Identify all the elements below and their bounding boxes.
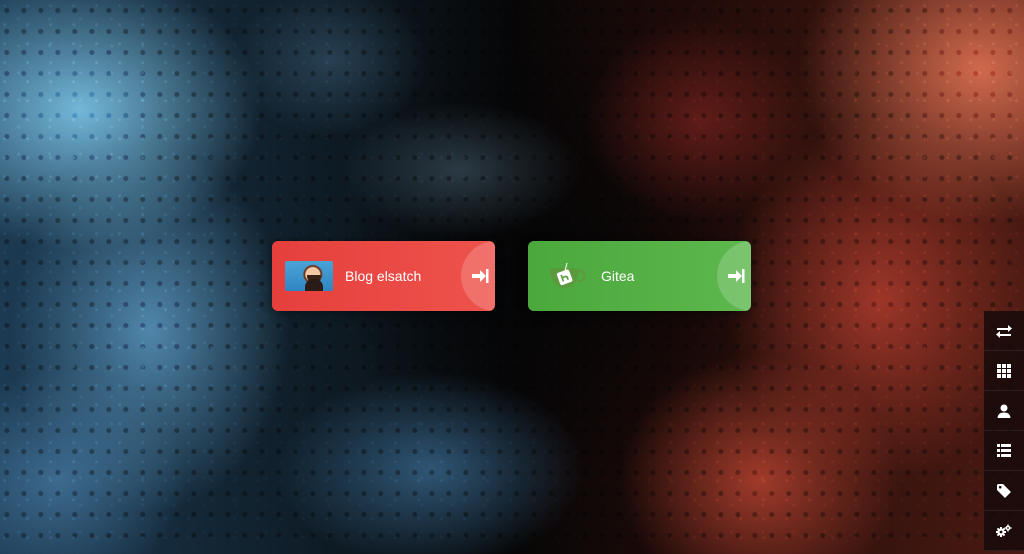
avatar	[285, 261, 333, 291]
arrow-to-right-icon	[472, 269, 489, 283]
background-texture	[0, 0, 1024, 554]
list-icon	[997, 444, 1011, 457]
arrow-to-right-icon	[728, 269, 745, 283]
settings-button[interactable]	[984, 511, 1024, 551]
list-view-button[interactable]	[984, 431, 1024, 471]
sidebar	[984, 311, 1024, 551]
user-button[interactable]	[984, 391, 1024, 431]
switch-view-button[interactable]	[984, 311, 1024, 351]
gitea-teacup-icon	[541, 261, 589, 291]
user-icon	[997, 404, 1011, 418]
open-app-button[interactable]	[461, 241, 495, 311]
tag-icon	[997, 483, 1011, 498]
exchange-arrows-icon	[996, 324, 1012, 338]
grid-icon	[997, 363, 1011, 378]
app-tile-blog-elsatch[interactable]: Blog elsatch	[272, 241, 495, 311]
open-app-button[interactable]	[717, 241, 751, 311]
apps-grid-button[interactable]	[984, 351, 1024, 391]
app-tile-gitea[interactable]: Gitea	[528, 241, 751, 311]
tags-button[interactable]	[984, 471, 1024, 511]
cogs-icon	[996, 524, 1012, 537]
